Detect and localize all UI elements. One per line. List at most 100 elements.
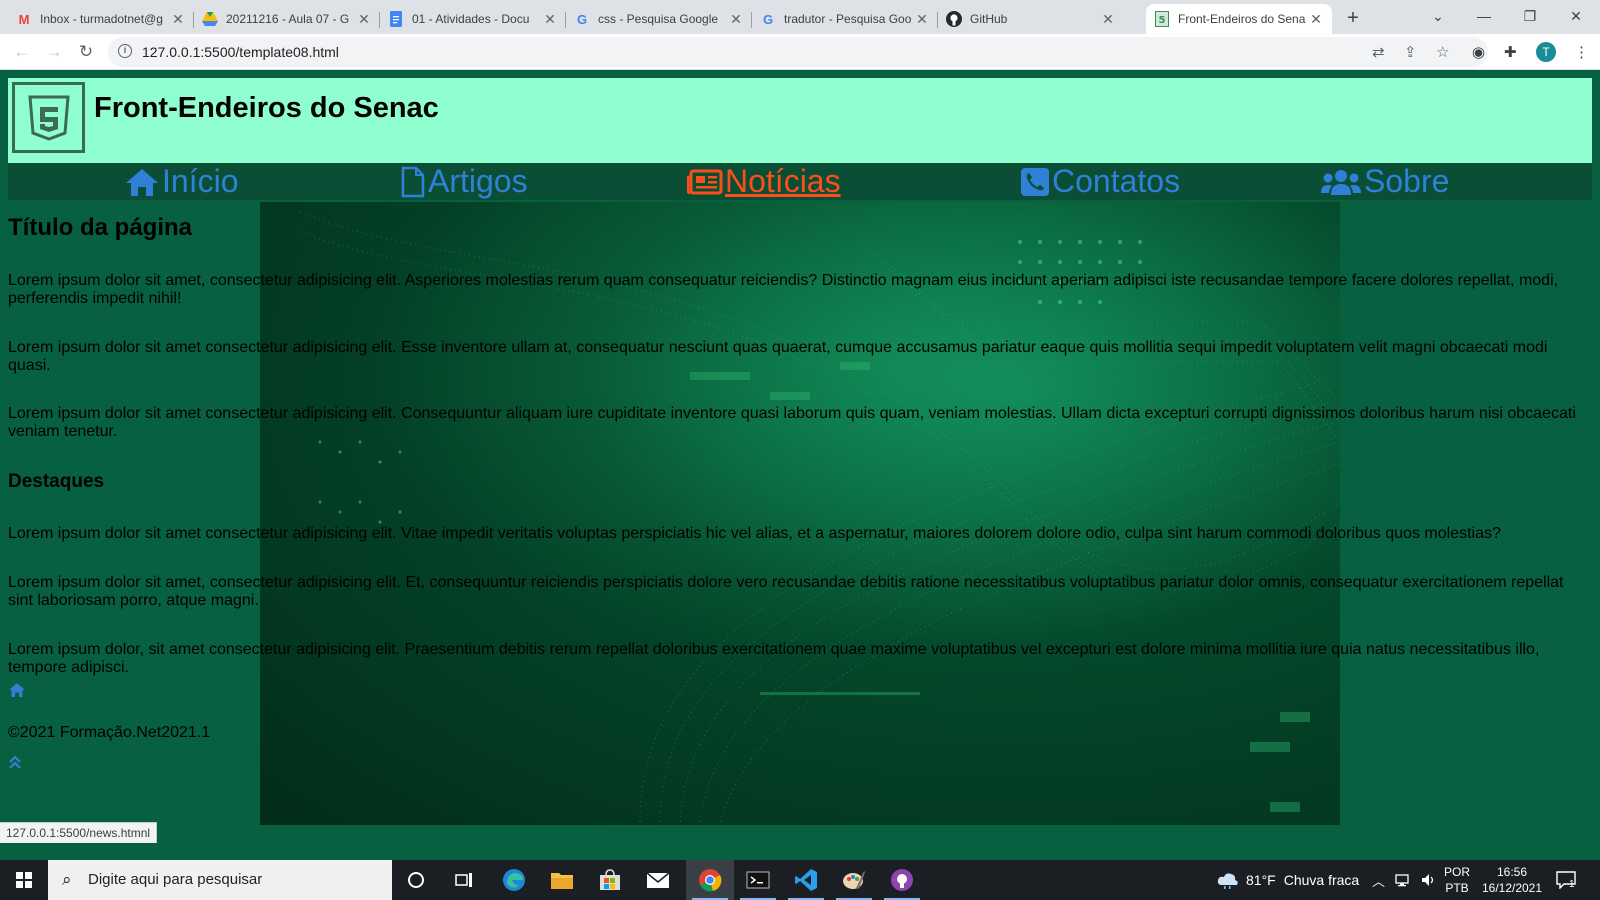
lang-bottom: PTB bbox=[1445, 881, 1469, 895]
address-bar[interactable]: i 127.0.0.1:5500/template08.html ⇄ ⇪ ☆ bbox=[108, 37, 1488, 67]
system-tray: ︿ bbox=[1372, 860, 1445, 900]
task-view-button[interactable] bbox=[440, 860, 488, 900]
edge-icon bbox=[503, 869, 525, 891]
svg-text:5: 5 bbox=[1159, 15, 1166, 26]
clock[interactable]: 16:56 16/12/2021 bbox=[1480, 860, 1544, 900]
close-window-button[interactable]: ✕ bbox=[1556, 4, 1596, 28]
html5-logo[interactable] bbox=[12, 82, 85, 153]
nav-inicio[interactable]: Início bbox=[124, 163, 238, 200]
docs-icon bbox=[388, 11, 404, 27]
tab-css-search[interactable]: G css - Pesquisa Google ✕ bbox=[566, 4, 752, 34]
tab-aula07[interactable]: 20211216 - Aula 07 - G ✕ bbox=[194, 4, 380, 34]
terminal-app[interactable] bbox=[734, 860, 782, 900]
highlight-paragraph: Lorem ipsum dolor, sit amet consectetur … bbox=[8, 641, 1540, 676]
vscode-icon bbox=[795, 869, 817, 891]
highlight-paragraph: Lorem ipsum dolor sit amet, consectetur … bbox=[8, 574, 1564, 609]
tab-title: 01 - Atividades - Docu bbox=[412, 12, 530, 26]
taskbar-search[interactable]: ⌕ Digite aqui para pesquisar bbox=[48, 860, 392, 900]
weather-widget[interactable]: 81°F Chuva fraca bbox=[1216, 860, 1359, 900]
tab-front-endeiros[interactable]: 5 Front-Endeiros do Sena ✕ bbox=[1146, 4, 1332, 34]
tab-search-button[interactable]: ⌄ bbox=[1418, 4, 1458, 28]
nav-contatos[interactable]: Contatos bbox=[1020, 163, 1180, 200]
cloud-rain-icon bbox=[1217, 873, 1238, 889]
puzzle-extensions-icon[interactable]: ✚ bbox=[1504, 43, 1517, 61]
start-button[interactable] bbox=[0, 860, 48, 900]
minimize-button[interactable]: — bbox=[1464, 4, 1504, 28]
tab-github[interactable]: GitHub ✕ bbox=[938, 4, 1124, 34]
tab-atividades[interactable]: 01 - Atividades - Docu ✕ bbox=[380, 4, 566, 34]
page-viewport: Front-Endeiros do Senac Início Artigos N… bbox=[0, 70, 1600, 860]
close-tab-icon[interactable]: ✕ bbox=[728, 11, 744, 28]
nav-label: Sobre bbox=[1364, 163, 1450, 199]
weather-temp: 81°F bbox=[1246, 872, 1276, 888]
windows-taskbar: ⌕ Digite aqui para pesquisar 81°F Chuva … bbox=[0, 860, 1600, 900]
volume-icon[interactable] bbox=[1421, 873, 1437, 887]
tab-title: css - Pesquisa Google bbox=[598, 12, 719, 26]
translate-icon[interactable]: ⇄ bbox=[1372, 43, 1385, 61]
close-tab-icon[interactable]: ✕ bbox=[170, 11, 186, 28]
language-indicator[interactable]: POR PTB bbox=[1444, 860, 1470, 900]
forward-button[interactable]: → bbox=[42, 40, 66, 64]
copyright-text: ©2021 Formação.Net2021.1 bbox=[8, 724, 211, 741]
tab-strip: M Inbox - turmadotnet@g ✕ 20211216 - Aul… bbox=[0, 0, 1600, 34]
github-desktop-app[interactable] bbox=[878, 860, 926, 900]
file-icon bbox=[401, 166, 425, 197]
mail-icon bbox=[646, 872, 670, 888]
vscode-app[interactable] bbox=[782, 860, 830, 900]
close-tab-icon[interactable]: ✕ bbox=[542, 11, 558, 28]
close-tab-icon[interactable]: ✕ bbox=[914, 11, 930, 28]
nav-sobre[interactable]: Sobre bbox=[1320, 163, 1449, 200]
edge-app[interactable] bbox=[490, 860, 538, 900]
google-icon: G bbox=[576, 11, 588, 27]
file-explorer-app[interactable] bbox=[538, 860, 586, 900]
newspaper-icon bbox=[687, 169, 723, 194]
back-button[interactable]: ← bbox=[10, 40, 34, 64]
paragraph: Lorem ipsum dolor sit amet, consectetur … bbox=[8, 272, 1559, 307]
folder-icon bbox=[551, 873, 573, 889]
network-icon[interactable] bbox=[1395, 873, 1413, 887]
chrome-app[interactable] bbox=[686, 860, 734, 900]
back-to-top-icon[interactable] bbox=[8, 754, 22, 770]
tab-inbox[interactable]: M Inbox - turmadotnet@g ✕ bbox=[8, 4, 194, 34]
bookmark-star-icon[interactable]: ☆ bbox=[1436, 43, 1449, 61]
highlight-paragraph: Lorem ipsum dolor sit amet consectetur a… bbox=[8, 525, 1501, 542]
restore-button[interactable]: ❐ bbox=[1510, 4, 1550, 28]
nav-label: Início bbox=[162, 163, 239, 199]
site-header: Front-Endeiros do Senac bbox=[8, 78, 1592, 163]
profile-avatar[interactable]: T bbox=[1536, 42, 1556, 62]
highlights-heading: Destaques bbox=[8, 471, 105, 492]
browser-toolbar: ← → ↻ i 127.0.0.1:5500/template08.html ⇄… bbox=[0, 34, 1600, 70]
users-icon bbox=[1321, 169, 1361, 195]
nav-artigos[interactable]: Artigos bbox=[400, 163, 528, 200]
chrome-icon bbox=[699, 869, 722, 892]
paragraph: Lorem ipsum dolor sit amet consectetur a… bbox=[8, 405, 1576, 440]
footer-home-icon[interactable] bbox=[8, 682, 26, 698]
tab-title: GitHub bbox=[970, 12, 1008, 26]
url-text[interactable]: 127.0.0.1:5500/template08.html bbox=[142, 44, 339, 60]
extension-icon[interactable]: ◉ bbox=[1472, 43, 1485, 61]
site-info-icon[interactable]: i bbox=[118, 44, 132, 58]
site-title: Front-Endeiros do Senac bbox=[94, 92, 439, 124]
share-icon[interactable]: ⇪ bbox=[1404, 43, 1417, 61]
close-tab-icon[interactable]: ✕ bbox=[1308, 11, 1324, 28]
nav-noticias[interactable]: Notícias bbox=[687, 163, 841, 200]
tab-title: Front-Endeiros do Sena bbox=[1178, 12, 1306, 26]
new-tab-button[interactable]: + bbox=[1340, 6, 1366, 32]
paragraph: Lorem ipsum dolor sit amet consectetur a… bbox=[8, 339, 1548, 374]
notification-center-button[interactable]: 1 bbox=[1556, 860, 1576, 900]
store-app[interactable] bbox=[586, 860, 634, 900]
google-icon: G bbox=[762, 11, 774, 27]
phone-icon bbox=[1021, 167, 1049, 196]
clock-date: 16/12/2021 bbox=[1481, 881, 1543, 895]
notification-count: 1 bbox=[1569, 878, 1575, 890]
cortana-button[interactable] bbox=[392, 860, 440, 900]
mail-app[interactable] bbox=[634, 860, 682, 900]
github-desktop-icon bbox=[891, 869, 913, 891]
tab-tradutor-search[interactable]: G tradutor - Pesquisa Goo ✕ bbox=[752, 4, 938, 34]
paint-app[interactable] bbox=[830, 860, 878, 900]
menu-kebab-icon[interactable]: ⋮ bbox=[1574, 43, 1589, 61]
close-tab-icon[interactable]: ✕ bbox=[356, 11, 372, 28]
close-tab-icon[interactable]: ✕ bbox=[1100, 11, 1116, 28]
chevron-up-icon[interactable]: ︿ bbox=[1372, 871, 1385, 890]
reload-button[interactable]: ↻ bbox=[74, 40, 98, 64]
